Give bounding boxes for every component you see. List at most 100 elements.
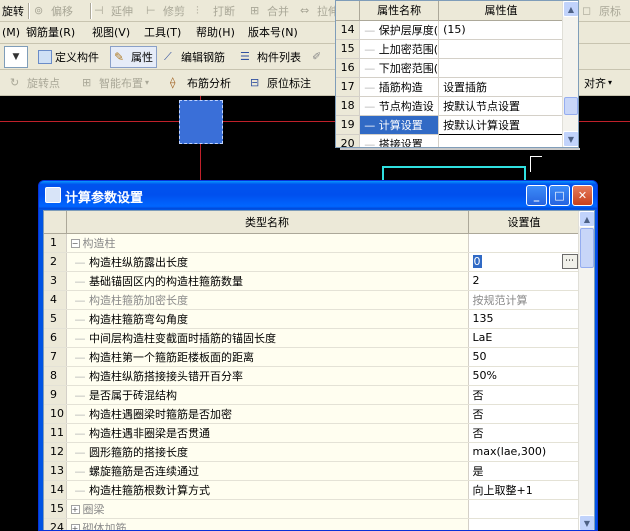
- setting-row[interactable]: 13— 螺旋箍筋是否连续通过是: [44, 461, 581, 481]
- setting-value[interactable]: 2: [468, 271, 581, 291]
- menu-version[interactable]: 版本号(N): [248, 22, 298, 44]
- category-row[interactable]: 15 + 圈梁: [44, 499, 581, 519]
- properties-button[interactable]: ✎ 属性: [110, 46, 157, 68]
- menu-view[interactable]: 视图(V): [92, 22, 130, 44]
- setting-value[interactable]: 是: [468, 461, 581, 481]
- property-value[interactable]: [438, 134, 564, 147]
- setting-row[interactable]: 11— 构造柱遇非圈梁是否贯通否: [44, 423, 581, 443]
- property-value[interactable]: [438, 39, 564, 59]
- property-name-text: 保护层厚度(: [378, 23, 439, 37]
- setting-value[interactable]: 50%: [468, 366, 581, 386]
- rotate-point-button[interactable]: ↻ 旋转点: [10, 70, 60, 95]
- annotate-button[interactable]: ⊟ 原位标注: [250, 70, 311, 95]
- origin-button[interactable]: ◻ 原标: [582, 0, 621, 21]
- property-row[interactable]: 18— 节点构造设 按默认节点设置: [336, 96, 564, 116]
- setting-row[interactable]: 5— 构造柱箍筋弯勾角度 135: [44, 309, 581, 329]
- property-row[interactable]: 15— 上加密范围(: [336, 39, 564, 59]
- stretch-button[interactable]: ⇔ 拉伸: [300, 0, 339, 21]
- selected-column-shape[interactable]: [179, 100, 223, 144]
- scroll-thumb[interactable]: [564, 97, 578, 115]
- setting-value[interactable]: 否: [468, 423, 581, 443]
- close-button[interactable]: ✕: [572, 185, 593, 206]
- trim-button[interactable]: ⊢ 修剪: [146, 0, 185, 21]
- define-component-button[interactable]: 定义构件: [38, 44, 99, 69]
- setting-value[interactable]: 否: [468, 385, 581, 405]
- property-value[interactable]: 按默认节点设置: [438, 96, 564, 116]
- align-button[interactable]: 对齐 ▾: [584, 70, 612, 95]
- layer-dropdown[interactable]: ▼: [4, 46, 28, 68]
- setting-row[interactable]: 4— 构造柱箍筋加密长度 按规范计算: [44, 290, 581, 310]
- settings-scrollbar[interactable]: ▲ ▼: [578, 211, 594, 530]
- dialog-title-bar[interactable]: 计算参数设置 _ □ ✕: [39, 181, 597, 209]
- property-scrollbar[interactable]: ▲ ▼: [562, 1, 578, 147]
- pick-button[interactable]: ✐: [312, 44, 329, 69]
- property-value[interactable]: [438, 58, 564, 78]
- property-row[interactable]: 17— 插筋构造 设置插筋: [336, 77, 564, 97]
- setting-value[interactable]: [468, 499, 581, 519]
- setting-row[interactable]: 7— 构造柱第一个箍筋距楼板面的距离 50: [44, 347, 581, 367]
- setting-value[interactable]: 50: [468, 347, 581, 367]
- expand-icon[interactable]: +: [70, 524, 80, 530]
- menu-rebar-quantity[interactable]: 钢筋量(R): [26, 22, 75, 44]
- scroll-up-button[interactable]: ▲: [563, 1, 578, 17]
- category-label: 构造柱: [82, 236, 116, 250]
- row-number: 10: [44, 404, 67, 424]
- property-value[interactable]: (15): [438, 20, 564, 40]
- setting-row[interactable]: 2— 构造柱纵筋露出长度 0 ⋯: [44, 252, 581, 272]
- setting-row[interactable]: 8— 构造柱纵筋搭接接头错开百分率 50%: [44, 366, 581, 386]
- property-value[interactable]: 设置插筋: [438, 77, 564, 97]
- setting-row[interactable]: 9— 是否属于砖混结构否: [44, 385, 581, 405]
- component-list-button[interactable]: ☰ 构件列表: [240, 44, 301, 69]
- scroll-thumb[interactable]: [580, 228, 594, 268]
- setting-value-editor[interactable]: 0 ⋯: [468, 252, 581, 272]
- property-row[interactable]: 14— 保护层厚度((15): [336, 20, 564, 40]
- setting-value[interactable]: [468, 518, 581, 530]
- setting-name: — 构造柱纵筋搭接接头错开百分率: [66, 366, 469, 386]
- setting-value[interactable]: LaE: [468, 328, 581, 348]
- setting-row[interactable]: 3— 基础锚固区内的构造柱箍筋数量 2: [44, 271, 581, 291]
- menu-tools[interactable]: 工具(T): [144, 22, 181, 44]
- layout-analysis-button[interactable]: ⟠ 布筋分析: [170, 70, 231, 95]
- category-row[interactable]: 1− 构造柱: [44, 233, 581, 253]
- smart-layout-button[interactable]: ⊞ 智能布置 ▾: [82, 70, 149, 95]
- tree-line: —: [364, 118, 376, 132]
- category-name: + 圈梁: [66, 499, 469, 519]
- category-name: − 构造柱: [66, 233, 469, 253]
- setting-value[interactable]: 否: [468, 404, 581, 424]
- setting-value[interactable]: 135: [468, 309, 581, 329]
- break-button[interactable]: ⫶ 打断: [196, 0, 235, 21]
- scroll-down-button[interactable]: ▼: [563, 131, 578, 147]
- setting-value[interactable]: max(lae,300): [468, 442, 581, 462]
- category-row[interactable]: 24 + 砌体加筋: [44, 518, 581, 530]
- minimize-button[interactable]: _: [526, 185, 547, 206]
- expand-icon[interactable]: +: [70, 505, 80, 514]
- menu-m[interactable]: (M): [2, 22, 20, 44]
- rotate-button[interactable]: 旋转: [2, 0, 24, 21]
- collapse-icon[interactable]: −: [70, 239, 80, 248]
- property-row[interactable]: 19— 计算设置 按默认计算设置: [336, 114, 564, 135]
- property-row[interactable]: 20— 搭接设置: [336, 134, 564, 147]
- tree-line: —: [364, 42, 376, 56]
- scroll-up-button[interactable]: ▲: [579, 211, 594, 227]
- extend-button[interactable]: ⊣ 延伸: [94, 0, 133, 21]
- property-value[interactable]: 按默认计算设置: [438, 114, 564, 135]
- setting-row[interactable]: 6— 中间层构造柱变截面时插筋的锚固长度 LaE: [44, 328, 581, 348]
- property-row[interactable]: 16— 下加密范围(: [336, 58, 564, 78]
- edit-rebar-button[interactable]: ⟋ 编辑钢筋: [164, 44, 225, 69]
- row-number: 15: [44, 499, 67, 519]
- offset-button[interactable]: ⊚ 偏移: [34, 0, 73, 21]
- setting-row[interactable]: 14— 构造柱箍筋根数计算方式 向上取整+1: [44, 480, 581, 500]
- merge-button[interactable]: ⊞ 合并: [250, 0, 289, 21]
- setting-value-text[interactable]: 0: [472, 255, 482, 268]
- setting-value[interactable]: [468, 233, 581, 253]
- chevron-down-icon: ▼: [12, 52, 20, 62]
- setting-value[interactable]: 按规范计算: [468, 290, 581, 310]
- more-options-button[interactable]: ⋯: [561, 253, 578, 269]
- setting-value[interactable]: 向上取整+1: [468, 480, 581, 500]
- setting-row[interactable]: 10— 构造柱遇圈梁时箍筋是否加密否: [44, 404, 581, 424]
- scroll-down-button[interactable]: ▼: [579, 515, 594, 530]
- maximize-button[interactable]: □: [549, 185, 570, 206]
- menu-help[interactable]: 帮助(H): [196, 22, 235, 44]
- setting-row[interactable]: 12— 圆形箍筋的搭接长度 max(lae,300): [44, 442, 581, 462]
- property-row-number: 19: [336, 115, 361, 135]
